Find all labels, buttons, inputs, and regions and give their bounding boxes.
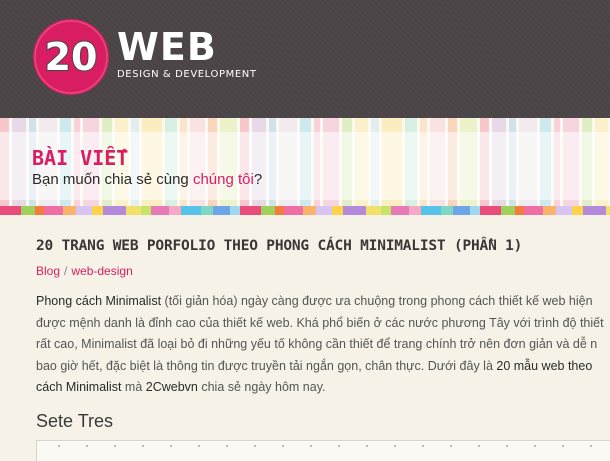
logo-mark-text: 20 <box>45 35 98 79</box>
banner-subtitle: Bạn muốn chia sẻ cùng chúng tôi? <box>32 171 262 188</box>
paragraph-line: bao giờ hết, đặc biệt là thông tin được … <box>36 356 610 378</box>
breadcrumb-separator: / <box>64 264 68 278</box>
post-title[interactable]: 20 TRANG WEB PORFOLIO THEO PHONG CÁCH MI… <box>36 238 522 254</box>
highlight-2cwebvn: 2Cwebvn <box>145 380 198 394</box>
paragraph-text: bao giờ hết, đặc biệt là thông tin được … <box>36 358 497 373</box>
paragraph-text: mà <box>121 380 146 394</box>
breadcrumb-blog[interactable]: Blog <box>36 264 60 278</box>
highlight-minimalist: cách Minimalist <box>36 380 122 394</box>
breadcrumb: Blog / web-design <box>36 264 133 278</box>
term-minimalist: Phong cách Minimalist <box>36 294 162 308</box>
highlight-20-templates: 20 mẫu web theo <box>496 358 593 373</box>
breadcrumb-web-design[interactable]: web-design <box>71 264 132 278</box>
paragraph-line: được mệnh danh là đỉnh cao của thiết kế … <box>36 315 604 330</box>
section-heading: Sete Tres <box>36 411 114 431</box>
logo-mark-icon[interactable]: 20 <box>31 17 111 97</box>
frame-dots <box>45 444 605 448</box>
paragraph-line: Phong cách Minimalist (tối giản hóa) ngà… <box>36 291 610 313</box>
paragraph-line: rất cao, Minimalist đã loại bỏ đi những … <box>36 337 598 351</box>
post-intro-paragraph: Phong cách Minimalist (tối giản hóa) ngà… <box>36 291 610 399</box>
screenshot-frame <box>36 440 610 461</box>
logo-word[interactable]: WEB <box>117 27 217 67</box>
banner-subtitle-text: Bạn muốn chia sẻ cùng <box>32 171 193 188</box>
logo-tagline: DESIGN & DEVELOPMENT <box>117 69 257 80</box>
banner-subtitle-link[interactable]: chúng tôi <box>193 171 254 188</box>
banner-title: BÀI VIẾT <box>32 146 129 170</box>
banner-subtitle-suffix: ? <box>253 171 263 188</box>
paragraph-text: chia sẻ ngày hôm nay. <box>197 380 326 394</box>
site-header: 20 WEB DESIGN & DEVELOPMENT <box>0 0 610 118</box>
paragraph-line: cách Minimalist mà 2Cwebvn chia sẻ ngày … <box>36 377 610 399</box>
paragraph-text: (tối giản hóa) ngày càng được ưa chuộng … <box>161 294 593 308</box>
